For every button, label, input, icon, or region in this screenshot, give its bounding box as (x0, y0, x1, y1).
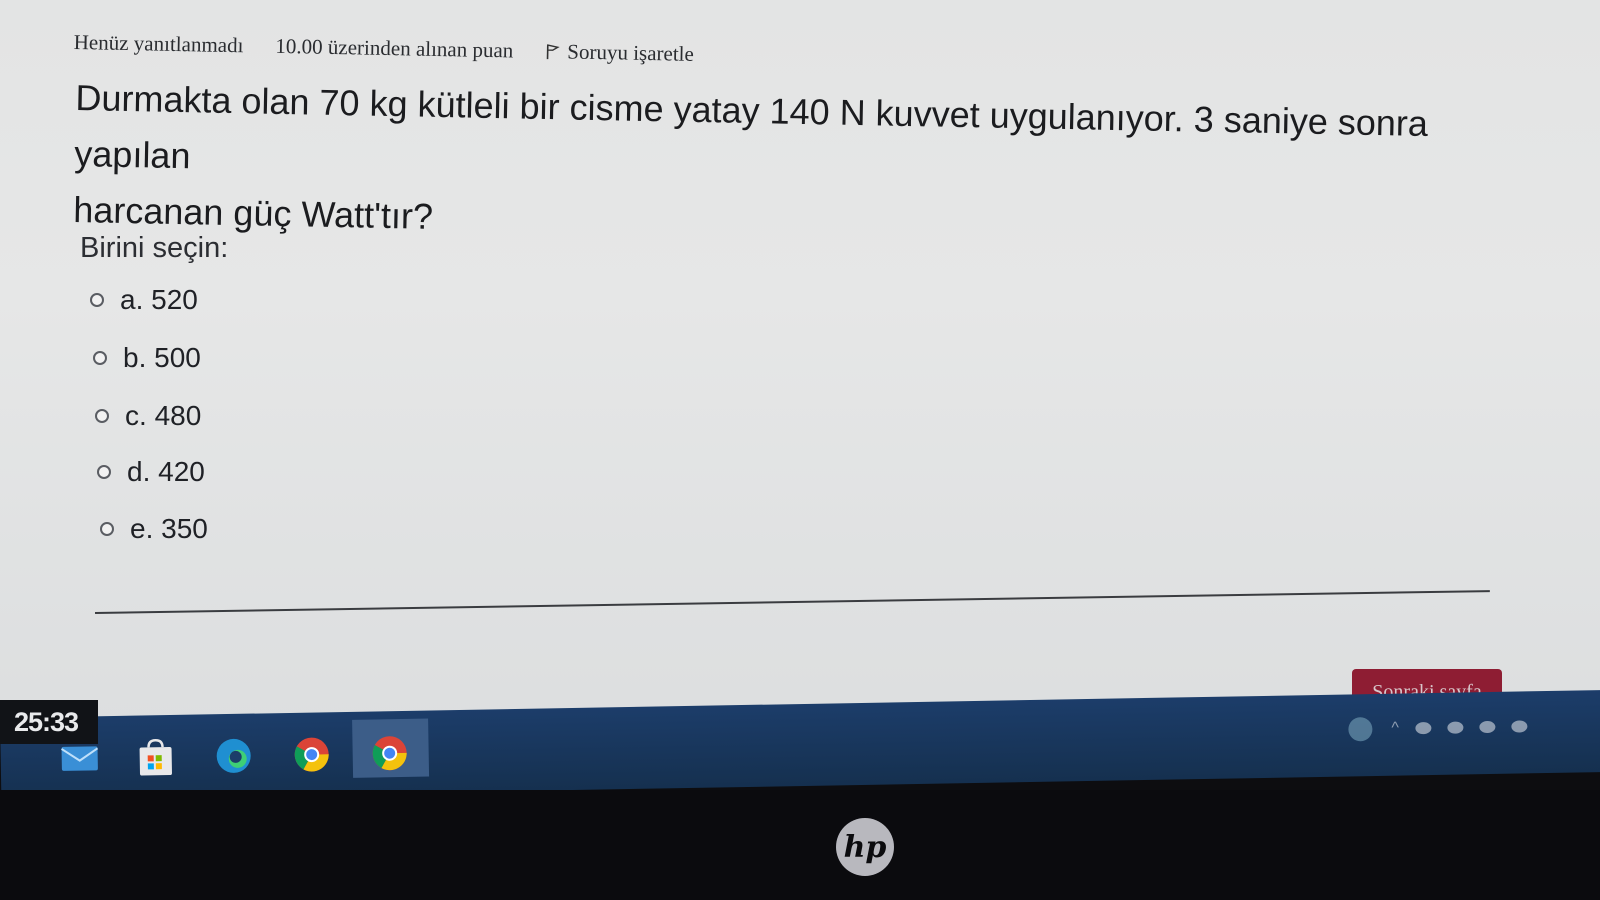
radio-button[interactable] (93, 351, 107, 365)
quiz-page: Henüz yanıtlanmadı 10.00 üzerinden alına… (0, 0, 1600, 740)
question-info: Henüz yanıtlanmadı 10.00 üzerinden alına… (74, 30, 695, 67)
radio-button[interactable] (90, 293, 104, 307)
flag-question-link[interactable]: Soruyu işaretle (545, 39, 694, 67)
option-value: 350 (161, 513, 208, 544)
quiz-timer: 25:33 (0, 700, 98, 744)
weather-icon[interactable] (1345, 714, 1376, 745)
option-letter: e. (130, 513, 154, 544)
volume-icon[interactable] (1510, 720, 1527, 733)
question-text: Durmakta olan 70 kg kütleli bir cisme ya… (73, 70, 1516, 266)
cloud-icon[interactable] (1446, 721, 1464, 734)
option-d[interactable]: d. 420 (97, 456, 205, 488)
laptop-bezel (0, 790, 1600, 900)
chrome-active-icon[interactable] (368, 733, 411, 774)
option-value: 420 (158, 456, 205, 487)
option-a[interactable]: a. 520 (90, 284, 198, 316)
flag-icon (546, 43, 560, 59)
hp-logo: hp (836, 818, 894, 876)
battery-icon[interactable] (1478, 720, 1496, 734)
option-letter: d. (127, 456, 151, 487)
network-icon[interactable] (1414, 722, 1432, 735)
chrome-icon[interactable] (290, 734, 333, 775)
points-label: 10.00 üzerinden alınan puan (275, 33, 514, 63)
radio-button[interactable] (95, 409, 109, 423)
option-letter: c. (125, 400, 147, 431)
edge-icon[interactable] (212, 736, 255, 777)
radio-button[interactable] (100, 522, 114, 536)
choose-one-label: Birini seçin: (80, 232, 229, 264)
option-c[interactable]: c. 480 (95, 400, 201, 432)
answer-status: Henüz yanıtlanmadı (73, 30, 244, 58)
flag-question-label: Soruyu işaretle (567, 39, 695, 66)
option-value: 520 (151, 284, 198, 315)
option-value: 480 (154, 400, 202, 431)
radio-button[interactable] (97, 465, 111, 479)
screen: Henüz yanıtlanmadı 10.00 üzerinden alına… (0, 0, 1600, 900)
chevron-up-icon[interactable]: ^ (1391, 720, 1399, 738)
option-letter: b. (123, 342, 147, 373)
section-divider (95, 590, 1490, 614)
option-b[interactable]: b. 500 (93, 342, 201, 374)
option-letter: a. (120, 284, 144, 315)
option-value: 500 (154, 342, 201, 373)
system-tray: ^ (1345, 711, 1527, 744)
store-icon[interactable] (134, 737, 177, 778)
mail-icon[interactable] (58, 738, 101, 779)
option-e[interactable]: e. 350 (100, 513, 208, 545)
